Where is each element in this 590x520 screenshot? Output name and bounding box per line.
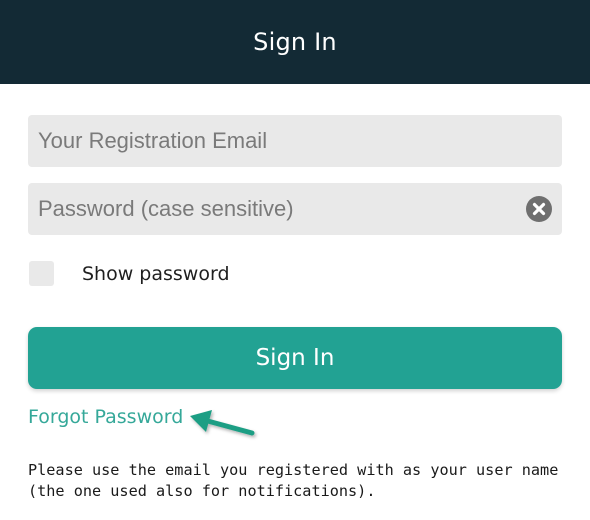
clear-icon[interactable] — [526, 196, 552, 222]
forgot-password-link[interactable]: Forgot Password — [28, 406, 183, 428]
email-field[interactable] — [38, 128, 516, 154]
sign-in-button[interactable]: Sign In — [28, 327, 562, 389]
header-bar: Sign In — [0, 0, 590, 84]
password-field-container[interactable] — [28, 183, 562, 235]
password-field[interactable] — [38, 196, 516, 222]
show-password-checkbox[interactable] — [29, 261, 54, 286]
green-arrow-icon — [190, 410, 255, 436]
page-title: Sign In — [253, 28, 337, 56]
email-field-container[interactable] — [28, 115, 562, 167]
help-text: Please use the email you registered with… — [28, 461, 559, 500]
show-password-label[interactable]: Show password — [82, 263, 230, 285]
